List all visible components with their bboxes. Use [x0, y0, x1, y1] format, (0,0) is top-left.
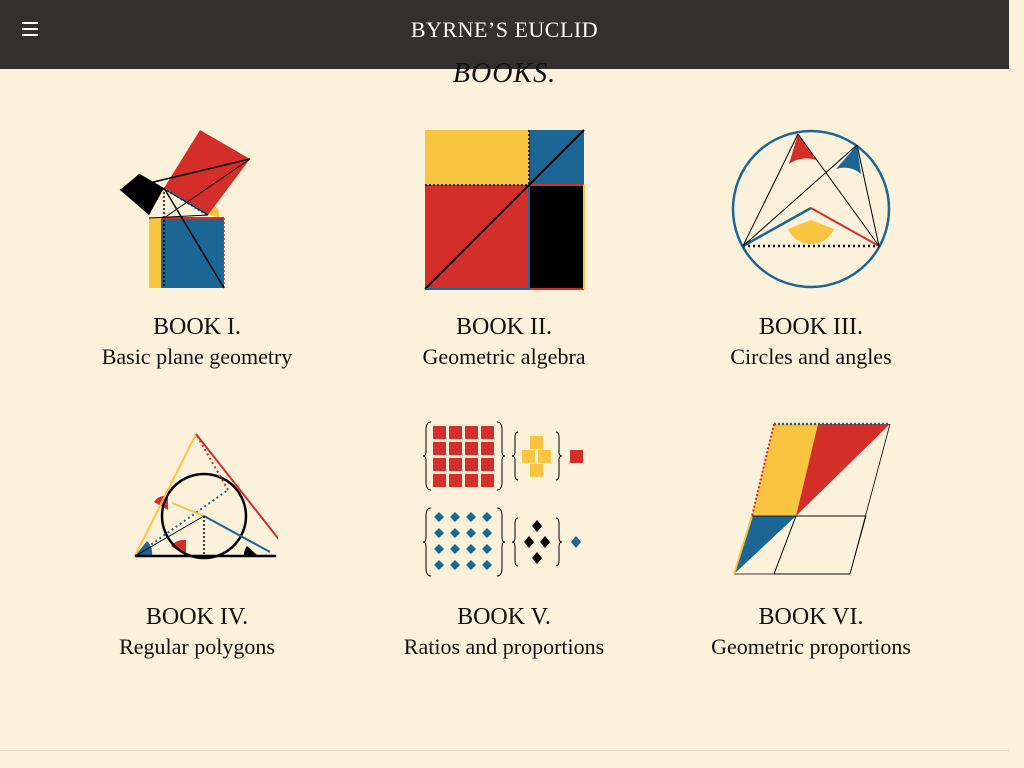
- book-5-number: BOOK V.: [457, 604, 551, 630]
- book-5-subtitle: Ratios and proportions: [403, 634, 605, 659]
- book-1-subtitle: Basic plane geometry: [101, 344, 293, 369]
- ratios-diagram-icon: [423, 421, 583, 577]
- section-title: BOOKS.: [452, 58, 557, 89]
- book-6-card[interactable]: BOOK VI. Geometric proportions: [661, 418, 961, 662]
- footer-divider: [0, 750, 1009, 751]
- book-6-subtitle: Geometric proportions: [711, 634, 911, 659]
- book-3-number: BOOK III.: [759, 314, 863, 340]
- book-6-number: BOOK VI.: [758, 604, 864, 630]
- scrollbar-track[interactable]: [1009, 0, 1024, 768]
- book-3-subtitle: Circles and angles: [730, 344, 892, 369]
- book-4-subtitle: Regular polygons: [119, 634, 275, 659]
- book-4-card[interactable]: BOOK IV. Regular polygons: [47, 418, 347, 662]
- inscribed-circle-diagram-icon: [134, 433, 278, 560]
- book-2-number: BOOK II.: [456, 314, 552, 340]
- parallelogram-diagram-icon: [733, 422, 891, 575]
- book-1-card[interactable]: BOOK I. Basic plane geometry: [47, 128, 347, 372]
- book-4-number: BOOK IV.: [145, 604, 249, 630]
- pythagoras-diagram-icon: [119, 130, 251, 289]
- book-1-number: BOOK I.: [153, 314, 241, 340]
- book-3-card[interactable]: BOOK III. Circles and angles: [661, 128, 961, 372]
- circle-angles-diagram-icon: [731, 129, 891, 289]
- book-2-card[interactable]: BOOK II. Geometric algebra: [354, 128, 654, 372]
- book-5-card[interactable]: BOOK V. Ratios and proportions: [354, 418, 654, 662]
- square-division-diagram-icon: [424, 129, 585, 290]
- site-title[interactable]: BYRNE’S EUCLID: [0, 17, 1009, 43]
- book-2-subtitle: Geometric algebra: [422, 344, 586, 369]
